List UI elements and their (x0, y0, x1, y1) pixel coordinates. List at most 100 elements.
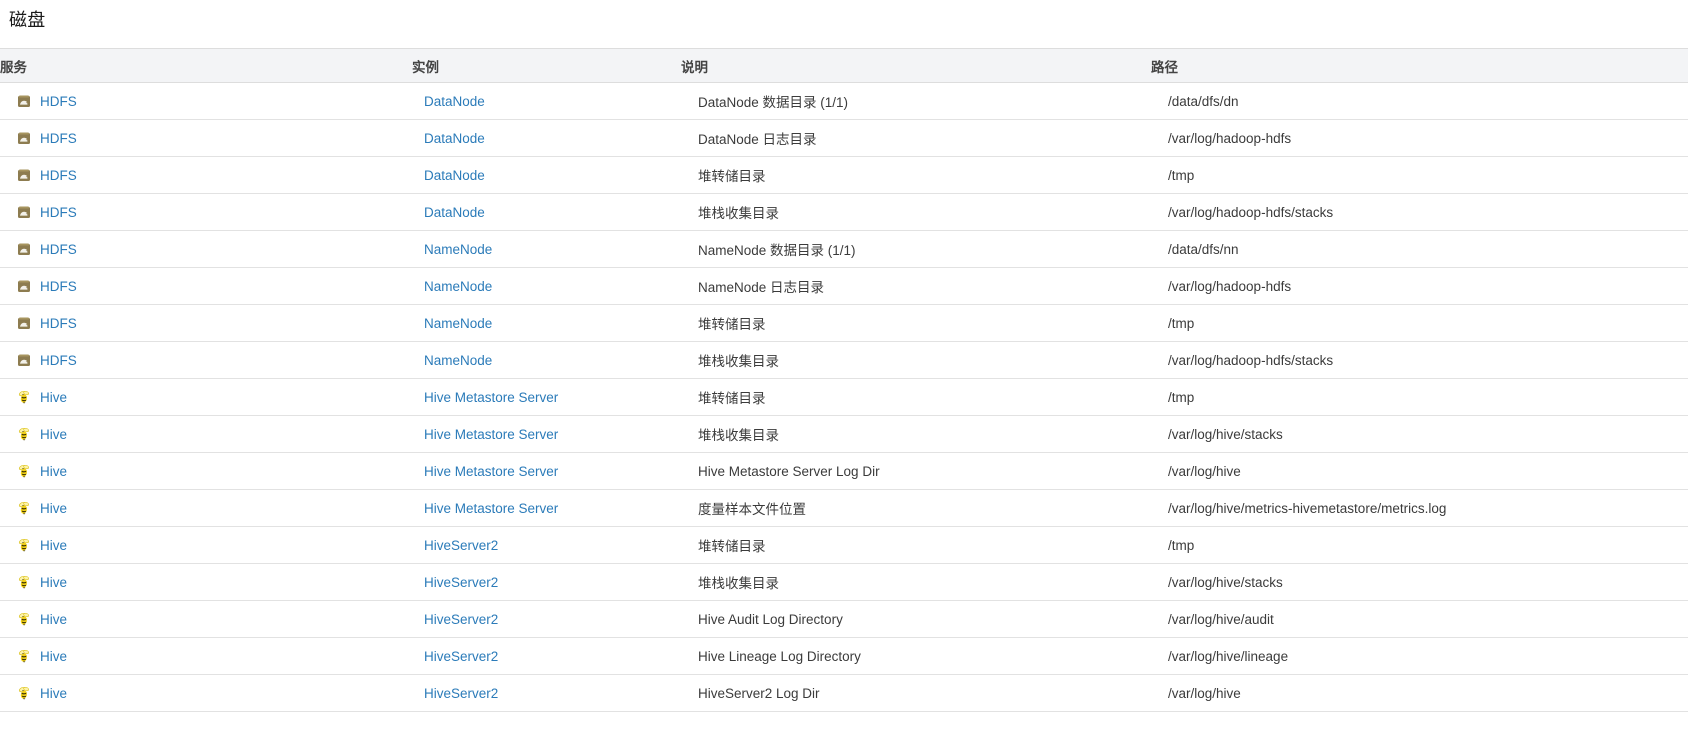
hive-bee-icon (16, 426, 32, 442)
description-text: HiveServer2 Log Dir (698, 685, 820, 701)
description-text: 堆栈收集目录 (698, 206, 779, 221)
cell-service: Hive (0, 378, 412, 416)
cell-description: 堆转储目录 (681, 378, 1151, 416)
description-text: Hive Lineage Log Directory (698, 648, 861, 664)
cell-path: /var/log/hive/stacks (1151, 415, 1688, 453)
service-link[interactable]: Hive (40, 501, 67, 516)
service-link[interactable]: HDFS (40, 242, 77, 257)
description-text: 堆转储目录 (698, 169, 766, 184)
table-row: Hive Hive Metastore Server 度量样本文件位置/var/lo… (0, 489, 1688, 527)
hadoop-elephant-icon (16, 204, 32, 220)
instance-link[interactable]: Hive Metastore Server (424, 501, 558, 516)
path-text: /data/dfs/nn (1168, 241, 1239, 257)
cell-service: Hive (0, 489, 412, 527)
instance-link[interactable]: DataNode (424, 94, 485, 109)
hive-bee-icon (16, 685, 32, 701)
service-link[interactable]: Hive (40, 686, 67, 701)
instance-link[interactable]: Hive Metastore Server (424, 427, 558, 442)
instance-link[interactable]: NameNode (424, 279, 492, 294)
service-link[interactable]: Hive (40, 538, 67, 553)
cell-path: /var/log/hive/lineage (1151, 637, 1688, 675)
cell-path: /tmp (1151, 378, 1688, 416)
cell-description: NameNode 数据目录 (1/1) (681, 230, 1151, 268)
cell-description: 堆栈收集目录 (681, 341, 1151, 379)
cell-path: /var/log/hive (1151, 674, 1688, 712)
service-link[interactable]: HDFS (40, 94, 77, 109)
cell-service: Hive (0, 637, 412, 675)
instance-link[interactable]: NameNode (424, 316, 492, 331)
cell-instance: Hive Metastore Server (412, 378, 681, 416)
path-text: /var/log/hive/metrics-hivemetastore/metr… (1168, 500, 1447, 516)
service-link[interactable]: Hive (40, 575, 67, 590)
table-body: HDFS DataNode DataNode 数据目录 (1/1) /data/dfs… (0, 82, 1688, 712)
instance-link[interactable]: HiveServer2 (424, 686, 498, 701)
hive-bee-icon (16, 389, 32, 405)
path-text: /tmp (1168, 537, 1195, 553)
cell-description: 堆转储目录 (681, 526, 1151, 564)
table-row: HDFS DataNode DataNode 数据目录 (1/1) /data/dfs… (0, 82, 1688, 120)
column-header-path[interactable]: 路径 (1151, 48, 1688, 83)
cell-path: /data/dfs/nn (1151, 230, 1688, 268)
path-text: /var/log/hadoop-hdfs/stacks (1168, 204, 1334, 220)
service-link[interactable]: HDFS (40, 205, 77, 220)
service-link[interactable]: HDFS (40, 353, 77, 368)
table-row: HDFS NameNode NameNode 数据目录 (1/1) /data/dfs… (0, 230, 1688, 268)
description-text: 堆转储目录 (698, 391, 766, 406)
instance-link[interactable]: NameNode (424, 353, 492, 368)
instance-link[interactable]: DataNode (424, 168, 485, 183)
cell-path: /var/log/hive (1151, 452, 1688, 490)
service-link[interactable]: Hive (40, 464, 67, 479)
instance-link[interactable]: HiveServer2 (424, 575, 498, 590)
page-title: 磁盘 (9, 10, 46, 30)
instance-link[interactable]: NameNode (424, 242, 492, 257)
instance-link[interactable]: Hive Metastore Server (424, 464, 558, 479)
table-header: 服务 实例 说明 路径 (0, 48, 1688, 83)
service-link[interactable]: Hive (40, 427, 67, 442)
service-link[interactable]: HDFS (40, 131, 77, 146)
service-link[interactable]: Hive (40, 390, 67, 405)
cell-service: HDFS (0, 119, 412, 157)
cell-instance: Hive Metastore Server (412, 415, 681, 453)
cell-description: Hive Audit Log Directory (681, 600, 1151, 638)
cell-path: /tmp (1151, 304, 1688, 342)
instance-link[interactable]: DataNode (424, 131, 485, 146)
table-row: Hive HiveServer2 HiveServer2 Log Dir/var/l… (0, 674, 1688, 712)
service-link[interactable]: HDFS (40, 168, 77, 183)
description-text: 度量样本文件位置 (698, 502, 806, 517)
cell-description: Hive Metastore Server Log Dir (681, 452, 1151, 490)
service-link[interactable]: Hive (40, 612, 67, 627)
table-row: Hive Hive Metastore Server 堆转储目录/tmp (0, 378, 1688, 416)
description-text: 堆转储目录 (698, 539, 766, 554)
cell-instance: HiveServer2 (412, 526, 681, 564)
description-text: DataNode 日志目录 (698, 132, 817, 147)
path-text: /var/log/hive/lineage (1168, 648, 1289, 664)
cell-description: HiveServer2 Log Dir (681, 674, 1151, 712)
instance-link[interactable]: HiveServer2 (424, 538, 498, 553)
instance-link[interactable]: HiveServer2 (424, 649, 498, 664)
column-header-instance[interactable]: 实例 (412, 48, 681, 83)
instance-link[interactable]: Hive Metastore Server (424, 390, 558, 405)
service-link[interactable]: HDFS (40, 279, 77, 294)
cell-service: HDFS (0, 193, 412, 231)
path-text: /var/log/hadoop-hdfs/stacks (1168, 352, 1334, 368)
instance-link[interactable]: HiveServer2 (424, 612, 498, 627)
column-header-desc[interactable]: 说明 (681, 48, 1151, 83)
table-row: HDFS DataNode DataNode 日志目录/var/log/hadoop… (0, 119, 1688, 157)
cell-service: Hive (0, 526, 412, 564)
hadoop-elephant-icon (16, 241, 32, 257)
hive-bee-icon (16, 611, 32, 627)
cell-path: /tmp (1151, 526, 1688, 564)
service-link[interactable]: HDFS (40, 316, 77, 331)
cell-instance: NameNode (412, 230, 681, 268)
cell-service: HDFS (0, 230, 412, 268)
service-link[interactable]: Hive (40, 649, 67, 664)
column-header-service[interactable]: 服务 (0, 48, 412, 83)
table-header-row: 服务 实例 说明 路径 (0, 48, 1688, 83)
instance-link[interactable]: DataNode (424, 205, 485, 220)
table-row: Hive Hive Metastore Server 堆栈收集目录/var/log/… (0, 415, 1688, 453)
table-row: Hive HiveServer2 Hive Lineage Log Director… (0, 637, 1688, 675)
cell-service: HDFS (0, 341, 412, 379)
cell-service: Hive (0, 452, 412, 490)
cell-path: /var/log/hadoop-hdfs/stacks (1151, 341, 1688, 379)
cell-description: NameNode 日志目录 (681, 267, 1151, 305)
